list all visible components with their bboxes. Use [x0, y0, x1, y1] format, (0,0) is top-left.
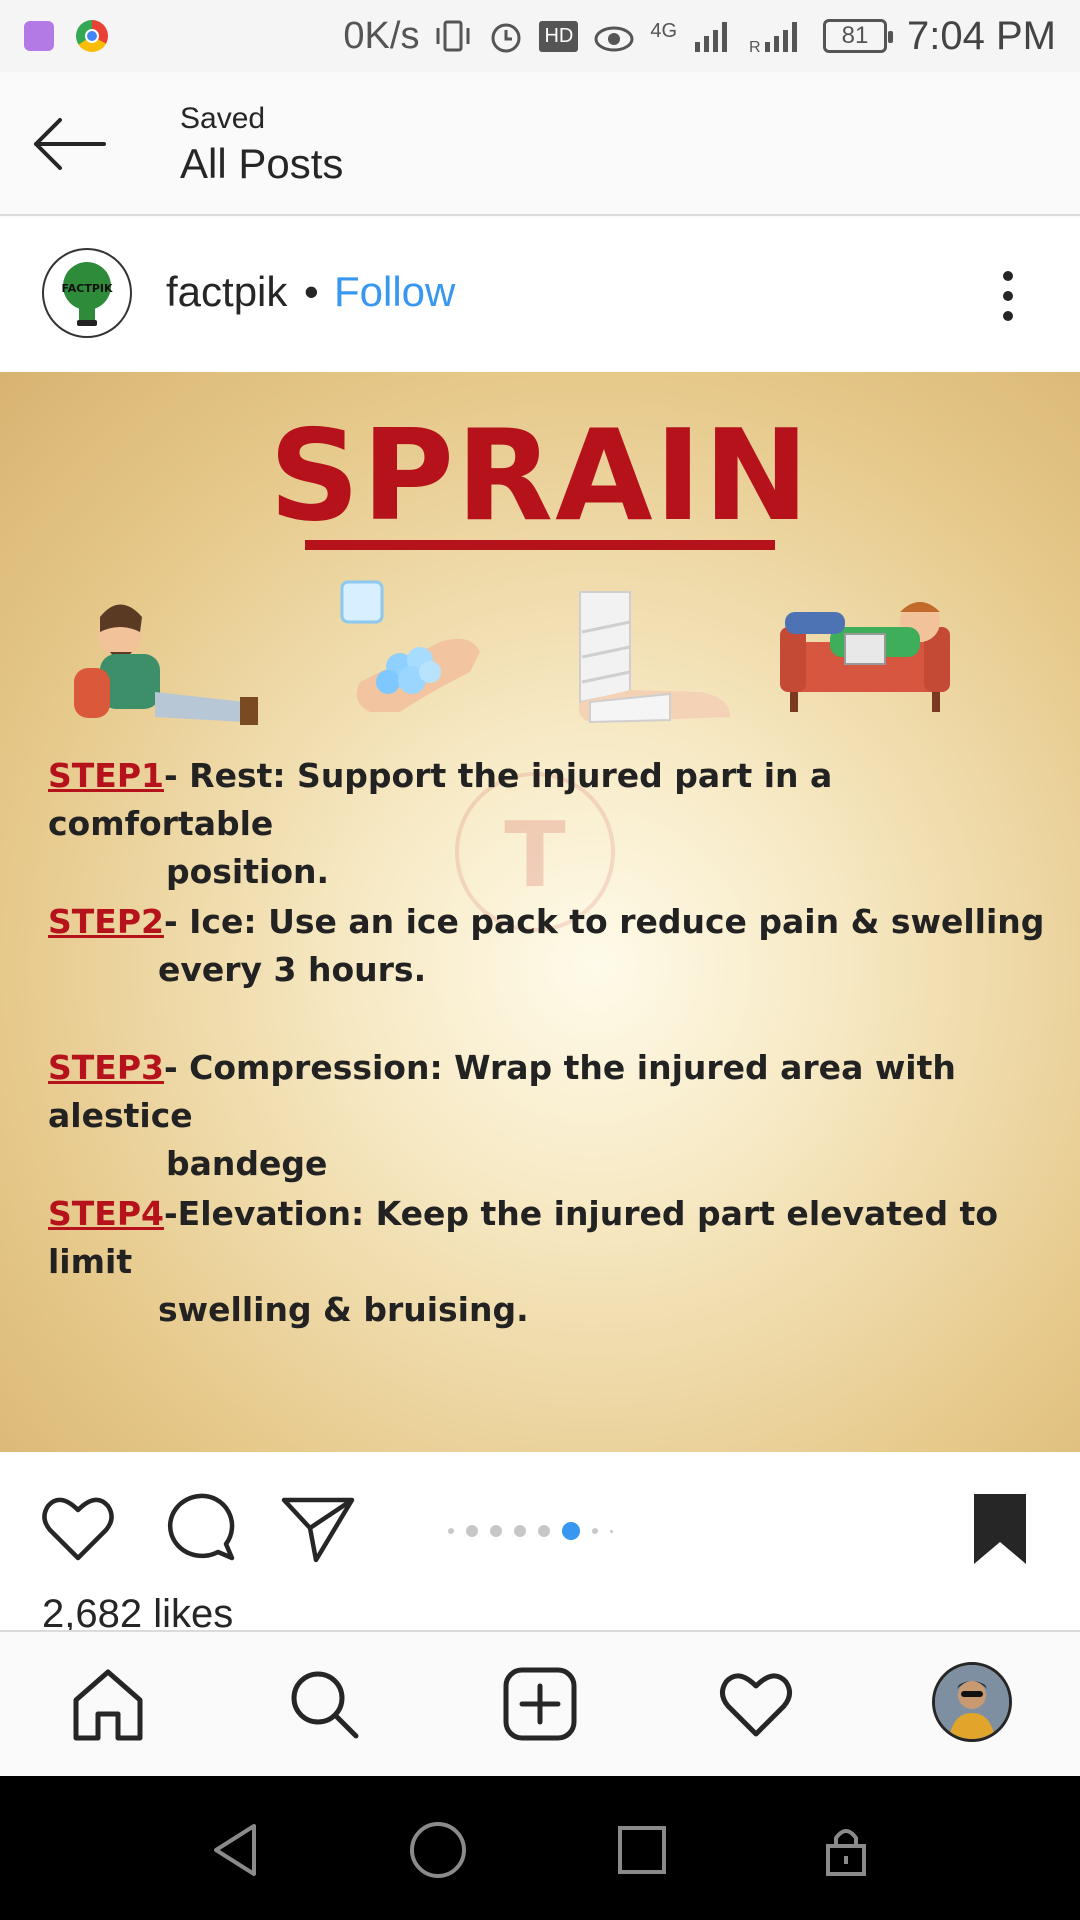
post-avatar[interactable]: FACTPIK	[42, 248, 132, 338]
step-text-continued: swelling & bruising.	[158, 1290, 529, 1329]
add-post-icon[interactable]	[500, 1664, 580, 1744]
step-text-continued: position.	[166, 852, 330, 891]
page-title: All Posts	[180, 140, 344, 187]
post-username[interactable]: factpik	[166, 268, 287, 316]
svg-text:R: R	[749, 39, 761, 54]
bandaged-foot-illustration	[578, 591, 730, 724]
profile-photo	[935, 1665, 1009, 1739]
carousel-dot	[592, 1528, 598, 1534]
step-text: Elevation: Keep the injured part elevate…	[48, 1194, 998, 1281]
heart-icon[interactable]	[38, 1488, 118, 1568]
net-speed: 0K/s	[343, 14, 420, 57]
clock: 7:04 PM	[907, 13, 1056, 58]
post-header: FACTPIK factpik • Follow	[0, 218, 1080, 372]
header-subtitle: Saved	[180, 102, 266, 135]
chrome-app-icon	[76, 20, 108, 52]
system-nav-bar	[0, 1776, 1080, 1920]
post-actions: 2,682 likes	[0, 1452, 1080, 1636]
step-label: STEP1	[48, 756, 164, 795]
couch-elevation-illustration	[780, 602, 950, 712]
signal-icon-2: R	[749, 22, 798, 54]
carousel-dot	[490, 1525, 502, 1537]
carousel-dot-active	[562, 1522, 580, 1540]
step-label: STEP3	[48, 1048, 164, 1087]
vibrate-icon	[436, 20, 470, 52]
status-bar: 0K/s HD 4G R 81 7:04 PM	[0, 0, 1080, 72]
ice-foot-illustration	[340, 580, 480, 712]
bottom-nav	[0, 1630, 1080, 1776]
resting-man-illustration	[74, 604, 258, 725]
post-image[interactable]: T SPRAIN STEP1- Rest: Support the injure	[0, 372, 1080, 1452]
step-text-continued: bandege	[166, 1144, 328, 1183]
step-2: STEP2- Ice: Use an ice pack to reduce pa…	[48, 898, 1048, 994]
profile-avatar[interactable]	[932, 1662, 1012, 1742]
step-text-continued: every 3 hours.	[158, 950, 427, 989]
arrow-left-icon[interactable]	[28, 112, 108, 176]
home-circle-icon[interactable]	[408, 1820, 468, 1880]
signal-icon	[695, 22, 728, 52]
follow-button[interactable]: Follow	[334, 268, 455, 316]
hd-badge: HD	[539, 20, 579, 52]
eye-comfort-icon	[594, 26, 634, 52]
step-label: STEP4	[48, 1194, 164, 1233]
recents-square-icon[interactable]	[612, 1820, 672, 1880]
step-4: STEP4-Elevation: Keep the injured part e…	[48, 1190, 1048, 1334]
alarm-icon	[491, 23, 521, 53]
svg-text:FACTPIK: FACTPIK	[61, 282, 112, 295]
step-label: STEP2	[48, 902, 164, 941]
home-icon[interactable]	[68, 1664, 148, 1744]
carousel-dot	[466, 1525, 478, 1537]
send-icon[interactable]	[278, 1488, 358, 1568]
battery-indicator: 81	[823, 19, 894, 53]
image-title: SPRAIN	[269, 402, 811, 549]
carousel-dot	[610, 1529, 613, 1533]
lock-icon[interactable]	[816, 1820, 876, 1880]
more-vertical-icon[interactable]	[990, 268, 1026, 324]
app-header: Saved All Posts	[0, 72, 1080, 216]
step-text: Ice: Use an ice pack to reduce pain & sw…	[189, 902, 1045, 941]
heart-icon[interactable]	[716, 1664, 796, 1744]
back-triangle-icon[interactable]	[206, 1820, 266, 1880]
step-3: STEP3- Compression: Wrap the injured are…	[48, 1044, 1048, 1188]
title-underline	[305, 540, 775, 550]
carousel-dot	[538, 1525, 550, 1537]
gallery-app-icon	[24, 21, 54, 51]
bulb-logo-icon: FACTPIK	[61, 262, 113, 326]
carousel-dot	[514, 1525, 526, 1537]
step-1: STEP1- Rest: Support the injured part in…	[48, 752, 1048, 896]
bookmark-filled-icon[interactable]	[960, 1488, 1040, 1568]
comment-icon[interactable]	[160, 1488, 240, 1568]
search-icon[interactable]	[284, 1664, 364, 1744]
dot-separator: •	[304, 268, 319, 315]
network-type: 4G	[650, 19, 678, 42]
carousel-dot	[448, 1528, 454, 1534]
carousel-indicator	[448, 1522, 613, 1540]
